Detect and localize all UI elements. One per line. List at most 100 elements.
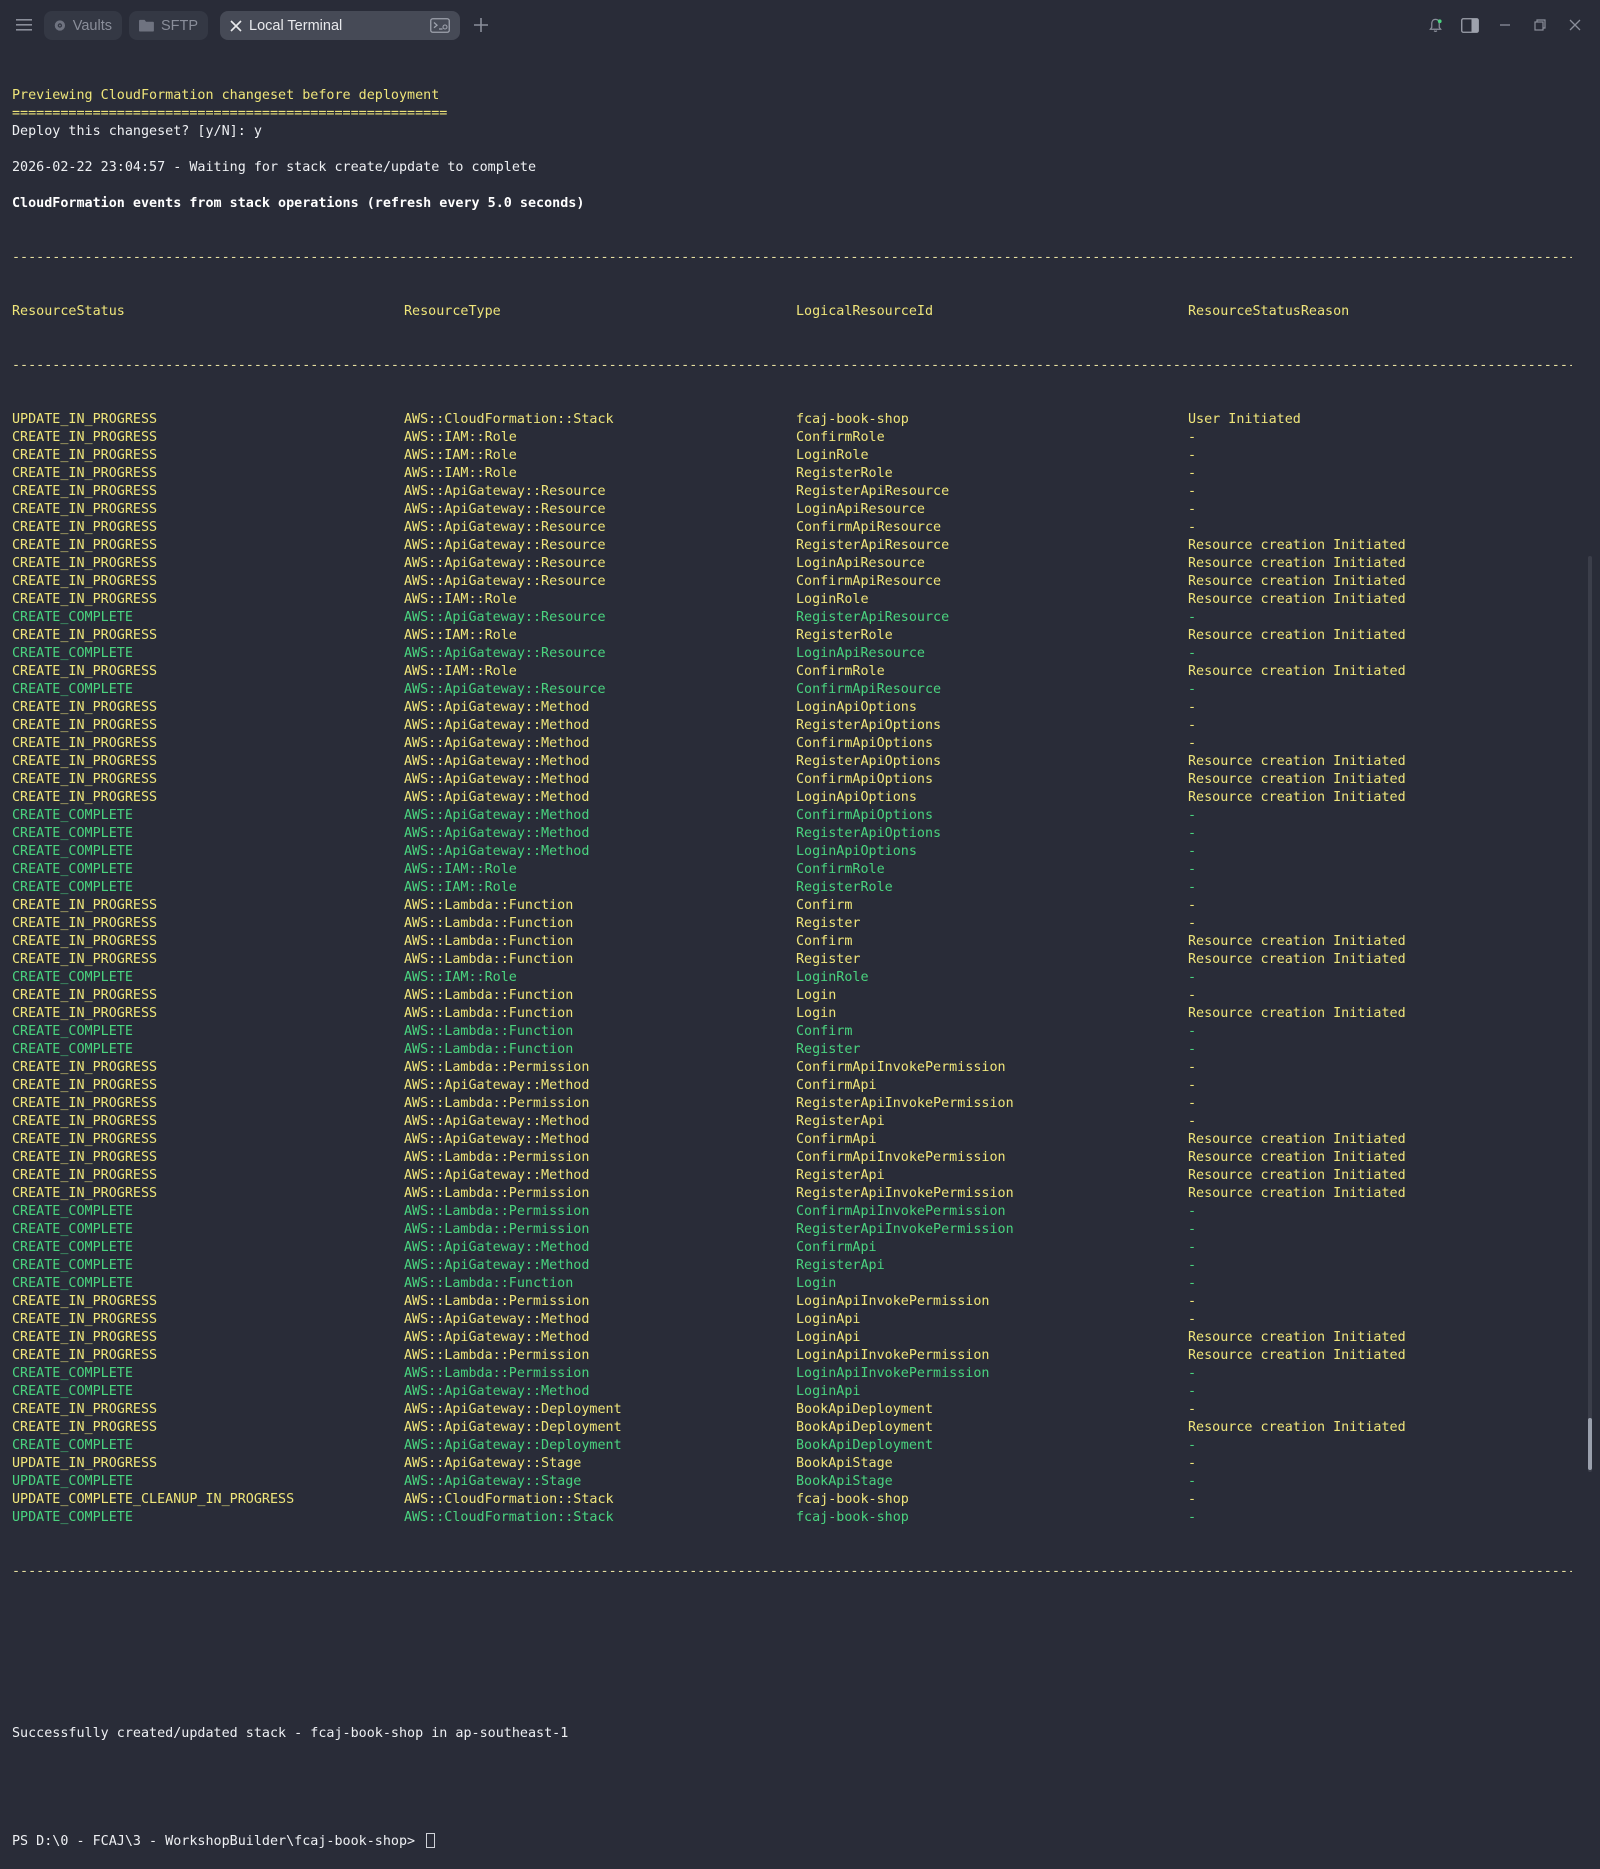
cell-resource-type: AWS::ApiGateway::Method — [404, 1078, 590, 1093]
table-row: UPDATE_IN_PROGRESS AWS::ApiGateway::Stage… — [12, 1455, 1572, 1473]
cell-logical-resource-id: Login — [796, 1276, 837, 1291]
hamburger-menu-button[interactable] — [10, 11, 38, 39]
cell-logical-resource-id: LoginApiOptions — [796, 790, 917, 805]
cell-logical-resource-id: LoginApiInvokePermission — [796, 1294, 990, 1309]
cell-logical-resource-id: LoginApiResource — [796, 556, 925, 571]
cell-resource-status: CREATE_IN_PROGRESS — [12, 1348, 158, 1363]
notifications-button[interactable] — [1424, 14, 1446, 36]
cell-resource-status-reason: - — [1188, 1204, 1197, 1219]
table-row: CREATE_IN_PROGRESS AWS::ApiGateway::Metho… — [12, 1113, 1572, 1131]
cell-resource-status-reason: Resource creation Initiated — [1188, 754, 1406, 769]
cell-logical-resource-id: RegisterApiInvokePermission — [796, 1096, 1014, 1111]
cell-resource-type: AWS::IAM::Role — [404, 466, 517, 481]
table-row: UPDATE_COMPLETE_CLEANUP_IN_PROGRESS AWS::… — [12, 1491, 1572, 1509]
cell-resource-type: AWS::IAM::Role — [404, 970, 517, 985]
prompt-line[interactable]: PS D:\0 - FCAJ\3 - WorkshopBuilder\fcaj-… — [12, 1833, 1572, 1851]
cell-resource-status-reason: - — [1188, 466, 1197, 481]
cell-resource-status-reason: - — [1188, 736, 1197, 751]
tab-local-terminal[interactable]: Local Terminal — [220, 11, 460, 40]
terminal-output[interactable]: Previewing CloudFormation changeset befo… — [12, 51, 1572, 1849]
cell-logical-resource-id: ConfirmRole — [796, 430, 885, 445]
table-row: CREATE_COMPLETE AWS::Lambda::Function Regi… — [12, 1041, 1572, 1059]
table-row: CREATE_COMPLETE AWS::ApiGateway::Deployme… — [12, 1437, 1572, 1455]
cell-resource-status-reason: - — [1188, 844, 1197, 859]
cell-resource-type: AWS::ApiGateway::Method — [404, 700, 590, 715]
cell-resource-status-reason: Resource creation Initiated — [1188, 592, 1406, 607]
cell-logical-resource-id: RegisterRole — [796, 466, 893, 481]
table-row: CREATE_IN_PROGRESS AWS::Lambda::Function C… — [12, 933, 1572, 951]
cell-resource-type: AWS::ApiGateway::Method — [404, 1114, 590, 1129]
cell-resource-type: AWS::ApiGateway::Method — [404, 1168, 590, 1183]
header-resource-status-reason: ResourceStatusReason — [1188, 304, 1350, 319]
cell-resource-type: AWS::ApiGateway::Resource — [404, 646, 606, 661]
cell-resource-status-reason: - — [1188, 1492, 1197, 1507]
table-header-row: ResourceStatus ResourceType LogicalResou… — [12, 303, 1572, 321]
table-row: CREATE_IN_PROGRESS AWS::IAM::Role LoginRol… — [12, 447, 1572, 465]
cell-logical-resource-id: RegisterApiResource — [796, 484, 950, 499]
add-tab-button[interactable] — [470, 14, 492, 36]
shell-prompt: PS D:\0 - FCAJ\3 - WorkshopBuilder\fcaj-… — [12, 1834, 424, 1849]
cell-resource-status: CREATE_COMPLETE — [12, 844, 133, 859]
toggle-sidebar-button[interactable] — [1459, 14, 1481, 36]
cell-resource-type: AWS::Lambda::Permission — [404, 1060, 590, 1075]
cell-logical-resource-id: LoginApiResource — [796, 502, 925, 517]
cell-resource-type: AWS::ApiGateway::Method — [404, 844, 590, 859]
terminal-line: 2026-02-22 23:04:57 - Waiting for stack … — [12, 160, 537, 175]
cell-resource-status: CREATE_IN_PROGRESS — [12, 520, 158, 535]
cell-resource-status: CREATE_COMPLETE — [12, 1042, 133, 1057]
table-row: CREATE_IN_PROGRESS AWS::ApiGateway::Resou… — [12, 519, 1572, 537]
cell-resource-status: CREATE_IN_PROGRESS — [12, 664, 158, 679]
cell-resource-status-reason: - — [1188, 1042, 1197, 1057]
cell-resource-status-reason: - — [1188, 1240, 1197, 1255]
close-window-button[interactable] — [1564, 14, 1586, 36]
cell-resource-status: CREATE_IN_PROGRESS — [12, 556, 158, 571]
cell-resource-type: AWS::ApiGateway::Method — [404, 1132, 590, 1147]
plus-icon — [474, 18, 488, 32]
cell-resource-status: CREATE_IN_PROGRESS — [12, 736, 158, 751]
cell-logical-resource-id: ConfirmApiOptions — [796, 772, 934, 787]
cell-resource-type: AWS::CloudFormation::Stack — [404, 1492, 614, 1507]
close-icon[interactable] — [230, 19, 242, 32]
cell-resource-status: CREATE_IN_PROGRESS — [12, 1150, 158, 1165]
cell-logical-resource-id: fcaj-book-shop — [796, 1510, 909, 1525]
table-separator: ----------------------------------------… — [12, 358, 1572, 373]
cell-resource-status-reason: - — [1188, 610, 1197, 625]
cell-resource-status-reason: Resource creation Initiated — [1188, 952, 1406, 967]
cell-resource-status: CREATE_IN_PROGRESS — [12, 790, 158, 805]
table-row: CREATE_IN_PROGRESS AWS::IAM::Role ConfirmR… — [12, 663, 1572, 681]
cell-resource-type: AWS::ApiGateway::Resource — [404, 538, 606, 553]
cell-logical-resource-id: ConfirmRole — [796, 664, 885, 679]
cell-resource-type: AWS::ApiGateway::Deployment — [404, 1402, 622, 1417]
cell-resource-type: AWS::Lambda::Permission — [404, 1186, 590, 1201]
cell-resource-type: AWS::Lambda::Function — [404, 1024, 574, 1039]
scrollbar-track[interactable] — [1588, 556, 1592, 1472]
cell-logical-resource-id: Confirm — [796, 898, 853, 913]
cell-logical-resource-id: Register — [796, 916, 861, 931]
cell-resource-status: UPDATE_COMPLETE — [12, 1510, 133, 1525]
cell-resource-status-reason: - — [1188, 970, 1197, 985]
table-row: CREATE_IN_PROGRESS AWS::Lambda::Permissio… — [12, 1059, 1572, 1077]
cell-logical-resource-id: ConfirmApiResource — [796, 574, 942, 589]
cell-resource-status-reason: - — [1188, 1024, 1197, 1039]
cell-resource-status-reason: Resource creation Initiated — [1188, 1186, 1406, 1201]
cell-logical-resource-id: Register — [796, 952, 861, 967]
cell-logical-resource-id: Login — [796, 988, 837, 1003]
cell-resource-status: CREATE_IN_PROGRESS — [12, 484, 158, 499]
minimize-button[interactable] — [1494, 14, 1516, 36]
scrollbar-thumb[interactable] — [1588, 1418, 1592, 1470]
cell-resource-type: AWS::IAM::Role — [404, 664, 517, 679]
table-row: CREATE_COMPLETE AWS::ApiGateway::Resource… — [12, 645, 1572, 663]
tab-vaults[interactable]: Vaults — [44, 11, 122, 40]
cell-resource-status: CREATE_IN_PROGRESS — [12, 466, 158, 481]
table-row: CREATE_IN_PROGRESS AWS::IAM::Role Register… — [12, 465, 1572, 483]
cell-resource-status: CREATE_COMPLETE — [12, 610, 133, 625]
cell-resource-status-reason: Resource creation Initiated — [1188, 1150, 1406, 1165]
tab-sftp[interactable]: SFTP — [129, 11, 208, 40]
cell-logical-resource-id: ConfirmApiResource — [796, 520, 942, 535]
cell-resource-status: CREATE_IN_PROGRESS — [12, 448, 158, 463]
cell-resource-status: CREATE_IN_PROGRESS — [12, 1132, 158, 1147]
cell-resource-status: CREATE_IN_PROGRESS — [12, 628, 158, 643]
restore-button[interactable] — [1529, 14, 1551, 36]
table-row: CREATE_COMPLETE AWS::Lambda::Function Logi… — [12, 1275, 1572, 1293]
cell-logical-resource-id: ConfirmApi — [796, 1132, 877, 1147]
